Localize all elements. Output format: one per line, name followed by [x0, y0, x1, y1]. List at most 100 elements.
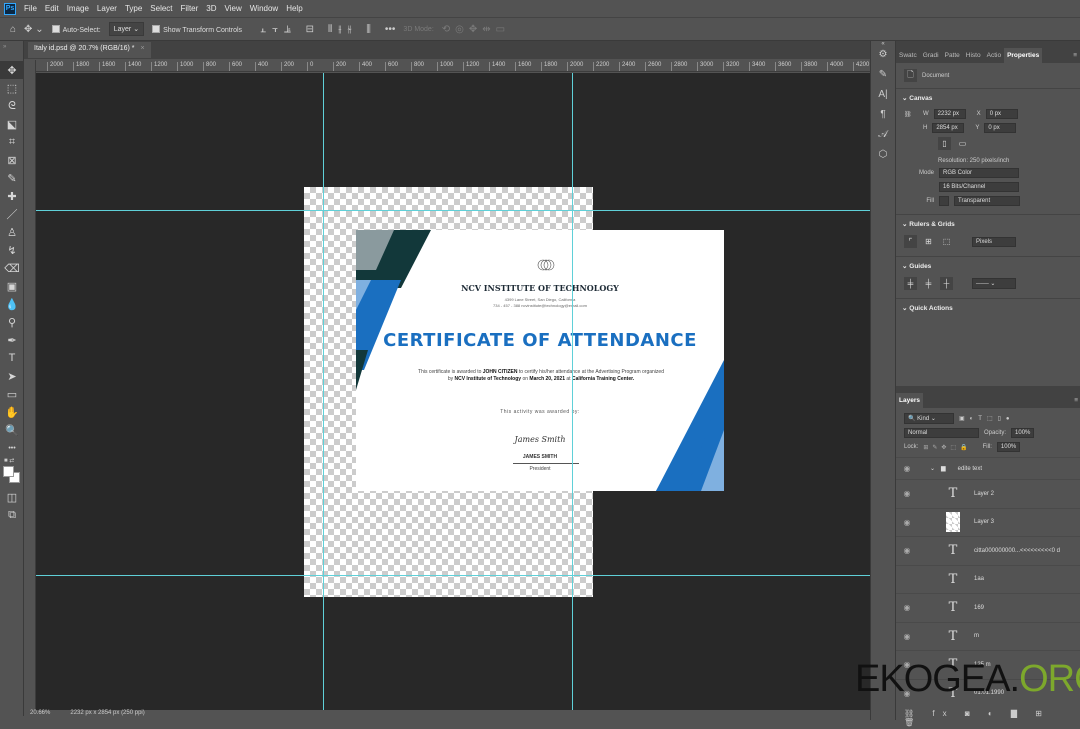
rulers-grids-header[interactable]: ⌄ Rulers & Grids	[896, 214, 1080, 233]
distribute-buttons-icon[interactable]: ⫴⫲⫳ ⫼	[328, 24, 377, 35]
menu-window[interactable]: Window	[250, 4, 278, 13]
crop-tool-icon[interactable]: ⌗	[0, 133, 24, 151]
healing-tool-icon[interactable]: ✚	[0, 187, 24, 205]
tab-properties[interactable]: Properties	[1004, 48, 1043, 63]
collapse-icon[interactable]: «	[871, 41, 895, 49]
layer-row[interactable]: T 1aa	[896, 564, 1080, 594]
blend-mode-select[interactable]: Normal	[904, 428, 979, 438]
more-tools-icon[interactable]: •••	[0, 439, 24, 457]
dodge-tool-icon[interactable]: ⚲	[0, 313, 24, 331]
collapse-icon[interactable]: »	[0, 41, 23, 61]
visibility-eye-icon[interactable]: ◉	[896, 464, 918, 473]
layer-row[interactable]: ◉ T 169	[896, 593, 1080, 622]
layers-menu-icon[interactable]: ≡	[1071, 393, 1080, 408]
units-select[interactable]: Pixels	[972, 236, 1016, 247]
y-input[interactable]: 0 px	[984, 123, 1017, 133]
brushes-icon[interactable]: ✎	[871, 69, 895, 89]
guide-vertical[interactable]	[572, 73, 573, 710]
guide-horizontal[interactable]	[36, 210, 870, 211]
height-input[interactable]: 2854 px	[932, 123, 965, 133]
canvas-section-header[interactable]: ⌄ Canvas	[896, 88, 1080, 107]
home-icon[interactable]: ⌂	[10, 24, 16, 35]
menu-filter[interactable]: Filter	[181, 4, 199, 13]
visibility-eye-icon[interactable]: ◉	[896, 489, 918, 498]
menu-view[interactable]: View	[225, 4, 242, 13]
path-select-tool-icon[interactable]: ➤	[0, 367, 24, 385]
frame-tool-icon[interactable]: ⊠	[0, 151, 24, 169]
certificate-layer[interactable]: NCV INSTITUTE OF TECHNOLOGY 4399 Lane St…	[356, 230, 724, 491]
new-guide-icon[interactable]: ┼	[940, 277, 953, 290]
lasso-tool-icon[interactable]: ᘓ	[0, 97, 24, 115]
show-guides-icon[interactable]: ╪	[904, 277, 917, 290]
history-brush-tool-icon[interactable]: ↯	[0, 241, 24, 259]
blur-tool-icon[interactable]: 💧	[0, 295, 24, 313]
character-icon[interactable]: A|	[871, 89, 895, 109]
stamp-tool-icon[interactable]: ♙	[0, 223, 24, 241]
rectangle-tool-icon[interactable]: ▭	[0, 385, 24, 403]
brush-settings-icon[interactable]: ⚙	[871, 49, 895, 69]
move-tool-icon[interactable]: ✥ ⌄	[24, 24, 44, 35]
color-swatches[interactable]	[0, 464, 23, 488]
close-tab-icon[interactable]: ×	[140, 45, 144, 52]
lock-icons[interactable]: ⊞✎✥⬚🔒	[923, 444, 971, 451]
auto-select-checkbox[interactable]: Auto-Select:	[51, 25, 101, 34]
layer-row[interactable]: ◉ Tm	[896, 621, 1080, 651]
rulers-icon[interactable]: ⌜	[904, 235, 917, 248]
panel-menu-icon[interactable]: ≡	[1070, 48, 1080, 63]
glyphs-icon[interactable]: 𝒜	[871, 129, 895, 149]
tab-history[interactable]: Histo	[963, 48, 984, 63]
tab-patterns[interactable]: Patte	[942, 48, 963, 63]
eraser-tool-icon[interactable]: ⌫	[0, 259, 24, 277]
auto-select-dropdown[interactable]: Layer ⌄	[108, 22, 145, 36]
screen-mode-icon[interactable]: ⧉	[0, 506, 24, 524]
marquee-tool-icon[interactable]: ⬚	[0, 79, 24, 97]
landscape-icon[interactable]: ▭	[956, 137, 969, 150]
layer-row[interactable]: ◉ ⌄ ▆ edite text	[896, 457, 1080, 479]
canvas-area[interactable]: NCV INSTITUTE OF TECHNOLOGY 4399 Lane St…	[36, 73, 870, 710]
fill-swatch[interactable]	[939, 196, 949, 206]
layer-row[interactable]: ◉ Tcitta000000000...<<<<<<<<<0 d	[896, 536, 1080, 565]
visibility-eye-icon[interactable]: ◉	[896, 546, 918, 555]
zoom-tool-icon[interactable]: 🔍	[0, 421, 24, 439]
menu-3d[interactable]: 3D	[206, 4, 216, 13]
lock-guides-icon[interactable]: ╪	[922, 277, 935, 290]
filter-icons[interactable]: ▣◐T⬚▯●	[959, 415, 1015, 422]
menu-file[interactable]: File	[24, 4, 37, 13]
brush-tool-icon[interactable]: ／	[0, 205, 24, 223]
menu-type[interactable]: Type	[125, 4, 142, 13]
document-tab[interactable]: Italy id.psd @ 20.7% (RGB/16) * ×	[28, 42, 151, 58]
width-input[interactable]: 2232 px	[933, 109, 966, 119]
quick-mask-icon[interactable]: ◫	[0, 488, 24, 506]
swap-colors-icon[interactable]: ■ ⇄	[0, 457, 23, 464]
chevron-down-icon[interactable]: ⌄	[930, 465, 935, 472]
guide-vertical[interactable]	[323, 73, 324, 710]
pixel-grid-icon[interactable]: ⬚	[940, 235, 953, 248]
move-tool-icon[interactable]: ✥	[0, 61, 24, 79]
vertical-ruler[interactable]	[24, 60, 36, 710]
gradient-tool-icon[interactable]: ▣	[0, 277, 24, 295]
guide-style-select[interactable]: ─── ⌄	[972, 278, 1016, 289]
fill-input[interactable]: 100%	[996, 442, 1021, 452]
grid-icon[interactable]: ⊞	[922, 235, 935, 248]
tab-actions[interactable]: Actio	[984, 48, 1004, 63]
layer-row[interactable]: ◉ Layer 3	[896, 507, 1080, 537]
eyedropper-tool-icon[interactable]: ✎	[0, 169, 24, 187]
foreground-color[interactable]	[3, 466, 14, 477]
visibility-eye-icon[interactable]: ◉	[896, 518, 918, 527]
quick-actions-header[interactable]: ⌄ Quick Actions	[896, 298, 1080, 317]
hand-tool-icon[interactable]: ✋	[0, 403, 24, 421]
opacity-input[interactable]: 100%	[1011, 428, 1035, 438]
menu-layer[interactable]: Layer	[97, 4, 117, 13]
guide-horizontal[interactable]	[36, 575, 870, 576]
guides-header[interactable]: ⌄ Guides	[896, 256, 1080, 275]
3d-icon[interactable]: ⬡	[871, 149, 895, 169]
tab-swatches[interactable]: Swatc	[896, 48, 920, 63]
show-transform-checkbox[interactable]: Show Transform Controls	[152, 25, 242, 34]
visibility-eye-icon[interactable]: ◉	[896, 603, 918, 612]
link-icon[interactable]: ⛓	[904, 111, 918, 118]
zoom-level[interactable]: 20.66%	[30, 710, 50, 720]
filter-kind-select[interactable]: 🔍 Kind ⌄	[904, 413, 954, 424]
menu-image[interactable]: Image	[67, 4, 89, 13]
layer-row[interactable]: ◉ T Layer 2	[896, 479, 1080, 508]
paragraph-icon[interactable]: ¶	[871, 109, 895, 129]
